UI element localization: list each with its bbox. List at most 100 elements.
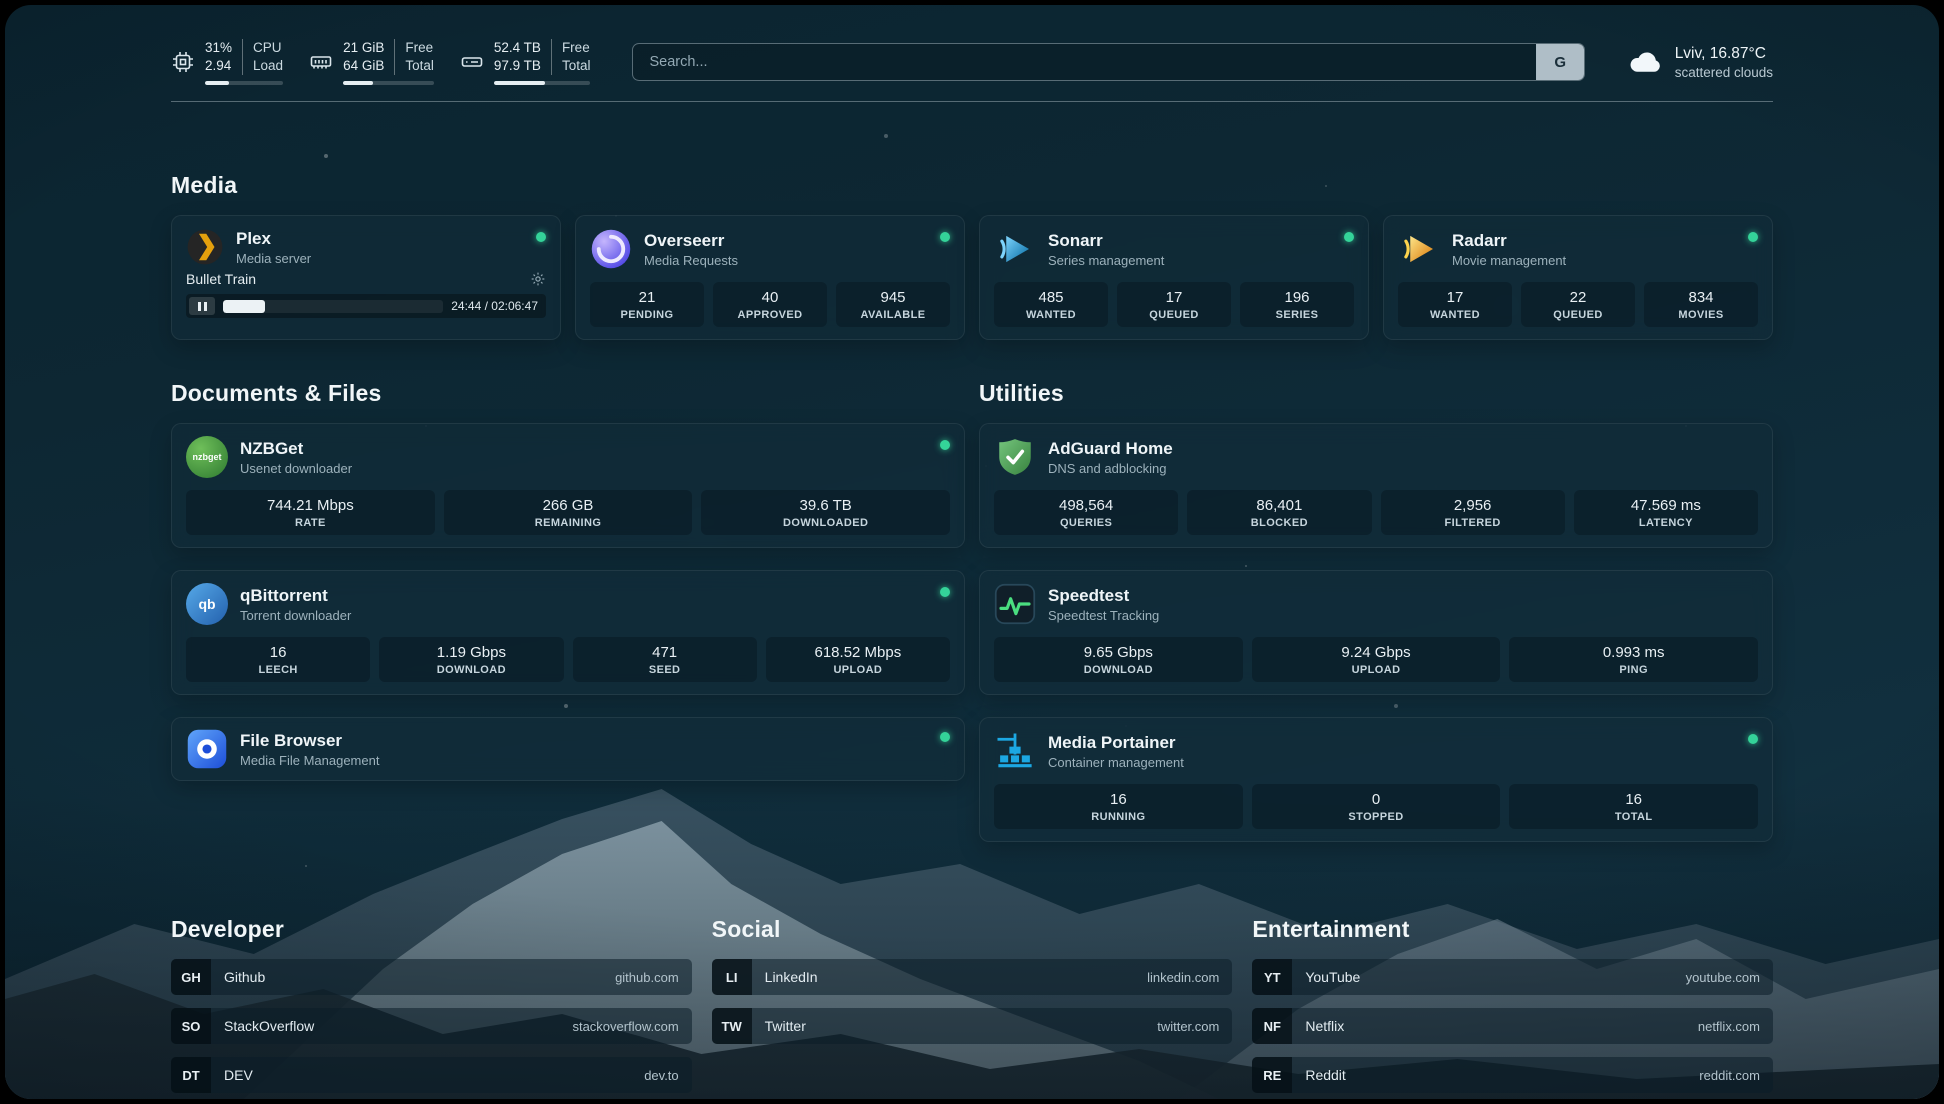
stat-filtered: 2,956 FILTERED — [1381, 490, 1565, 535]
service-desc: DNS and adblocking — [1048, 461, 1173, 476]
stat-blocked: 86,401 BLOCKED — [1187, 490, 1371, 535]
bookmark-group-social: Social LI LinkedIn linkedin.com TW Twitt… — [712, 916, 1233, 1093]
cpu-usage-widget: 31% 2.94 CPU Load — [171, 39, 283, 85]
adguard-icon — [994, 436, 1036, 478]
section-title-media: Media — [171, 172, 1773, 199]
bookmark-group-developer: Developer GH Github github.com SO StackO… — [171, 916, 692, 1093]
speedtest-icon — [994, 583, 1036, 625]
service-name: Radarr — [1452, 231, 1566, 251]
stat-running: 16 RUNNING — [994, 784, 1243, 829]
stat-seed: 471 SEED — [573, 637, 757, 682]
status-online-dot — [1748, 734, 1758, 744]
stackoverflow-icon: SO — [171, 1008, 211, 1044]
service-name: AdGuard Home — [1048, 439, 1173, 459]
service-desc: Media Requests — [644, 253, 738, 268]
section-media: Media Plex Media server — [171, 172, 1773, 340]
stat-latency: 47.569 ms LATENCY — [1574, 490, 1758, 535]
service-card-portainer[interactable]: Media Portainer Container management 16 … — [979, 717, 1773, 842]
bookmark-reddit[interactable]: RE Reddit reddit.com — [1252, 1057, 1773, 1093]
status-online-dot — [536, 232, 546, 242]
stat-download: 1.19 Gbps DOWNLOAD — [379, 637, 563, 682]
service-card-qbittorrent[interactable]: qb qBittorrent Torrent downloader 16 LEE… — [171, 570, 965, 695]
disk-total-value: 97.9 TB — [494, 57, 541, 75]
service-desc: Movie management — [1452, 253, 1566, 268]
service-card-nzbget[interactable]: nzbget NZBGet Usenet downloader 744.21 M… — [171, 423, 965, 548]
status-online-dot — [940, 232, 950, 242]
service-name: Plex — [236, 229, 311, 249]
service-desc: Usenet downloader — [240, 461, 352, 476]
stat-total: 16 TOTAL — [1509, 784, 1758, 829]
bookmark-netflix[interactable]: NF Netflix netflix.com — [1252, 1008, 1773, 1044]
service-name: Media Portainer — [1048, 733, 1184, 753]
status-online-dot — [940, 732, 950, 742]
weather-location: Lviv, 16.87°C — [1675, 45, 1773, 63]
section-documents: Documents & Files nzbget NZBGet Usenet d… — [171, 380, 965, 842]
search-input[interactable] — [633, 54, 1535, 70]
service-card-overseerr[interactable]: Overseerr Media Requests 21 PENDING 40 A… — [575, 215, 965, 340]
bookmark-linkedin[interactable]: LI LinkedIn linkedin.com — [712, 959, 1233, 995]
stat-queued: 17 QUEUED — [1117, 282, 1231, 327]
search-provider-button[interactable]: G — [1536, 44, 1584, 80]
ram-usage-widget: 21 GiB 64 GiB Free Total — [309, 39, 434, 85]
now-playing-title: Bullet Train — [186, 271, 256, 287]
stat-movies: 834 MOVIES — [1644, 282, 1758, 327]
ram-progress-bar — [343, 81, 434, 85]
stat-ping: 0.993 ms PING — [1509, 637, 1758, 682]
pause-button[interactable] — [189, 297, 215, 315]
playback-progress[interactable]: 24:44 / 02:06:47 — [186, 294, 546, 318]
service-card-sonarr[interactable]: Sonarr Series management 485 WANTED 17 Q… — [979, 215, 1369, 340]
status-online-dot — [940, 587, 950, 597]
bookmark-dev[interactable]: DT DEV dev.to — [171, 1057, 692, 1093]
system-metrics: 31% 2.94 CPU Load — [171, 39, 590, 85]
stat-upload: 9.24 Gbps UPLOAD — [1252, 637, 1501, 682]
section-title-utilities: Utilities — [979, 380, 1773, 407]
status-online-dot — [1748, 232, 1758, 242]
section-title-entertainment: Entertainment — [1252, 916, 1773, 943]
stat-series: 196 SERIES — [1240, 282, 1354, 327]
status-online-dot — [940, 440, 950, 450]
stat-upload: 618.52 Mbps UPLOAD — [766, 637, 950, 682]
cpu-icon — [171, 50, 195, 74]
service-card-radarr[interactable]: Radarr Movie management 17 WANTED 22 QUE… — [1383, 215, 1773, 340]
service-card-plex[interactable]: Plex Media server Bullet Train — [171, 215, 561, 340]
disk-usage-widget: 52.4 TB 97.9 TB Free Total — [460, 39, 591, 85]
github-icon: GH — [171, 959, 211, 995]
hard-drive-icon — [460, 50, 484, 74]
service-desc: Media File Management — [240, 753, 379, 768]
bookmark-youtube[interactable]: YT YouTube youtube.com — [1252, 959, 1773, 995]
youtube-icon: YT — [1252, 959, 1292, 995]
service-desc: Series management — [1048, 253, 1164, 268]
header-divider — [171, 101, 1773, 102]
weather-widget: Lviv, 16.87°C scattered clouds — [1627, 44, 1773, 80]
service-desc: Container management — [1048, 755, 1184, 770]
nzbget-icon: nzbget — [186, 436, 228, 478]
plex-icon — [186, 228, 224, 266]
playback-track[interactable] — [223, 300, 443, 313]
ram-total-value: 64 GiB — [343, 57, 384, 75]
qbittorrent-icon: qb — [186, 583, 228, 625]
service-card-speedtest[interactable]: Speedtest Speedtest Tracking 9.65 Gbps D… — [979, 570, 1773, 695]
bookmark-twitter[interactable]: TW Twitter twitter.com — [712, 1008, 1233, 1044]
memory-icon — [309, 50, 333, 74]
cpu-label: CPU — [253, 39, 283, 57]
dashboard-window: 31% 2.94 CPU Load — [5, 5, 1939, 1099]
bookmark-stackoverflow[interactable]: SO StackOverflow stackoverflow.com — [171, 1008, 692, 1044]
disk-progress-bar — [494, 81, 591, 85]
service-desc: Speedtest Tracking — [1048, 608, 1159, 623]
cpu-load-label: Load — [253, 57, 283, 75]
disk-total-label: Total — [562, 57, 591, 75]
service-card-adguard[interactable]: AdGuard Home DNS and adblocking 498,564 … — [979, 423, 1773, 548]
weather-condition: scattered clouds — [1675, 65, 1773, 80]
service-name: NZBGet — [240, 439, 352, 459]
stat-queued: 22 QUEUED — [1521, 282, 1635, 327]
ram-free-label: Free — [405, 39, 434, 57]
twitter-icon: TW — [712, 1008, 752, 1044]
service-name: Overseerr — [644, 231, 738, 251]
gear-icon[interactable] — [530, 271, 546, 287]
filebrowser-icon — [186, 728, 228, 770]
bookmark-github[interactable]: GH Github github.com — [171, 959, 692, 995]
stat-queries: 498,564 QUERIES — [994, 490, 1178, 535]
stat-remaining: 266 GB REMAINING — [444, 490, 693, 535]
stat-available: 945 AVAILABLE — [836, 282, 950, 327]
service-card-filebrowser[interactable]: File Browser Media File Management — [171, 717, 965, 781]
